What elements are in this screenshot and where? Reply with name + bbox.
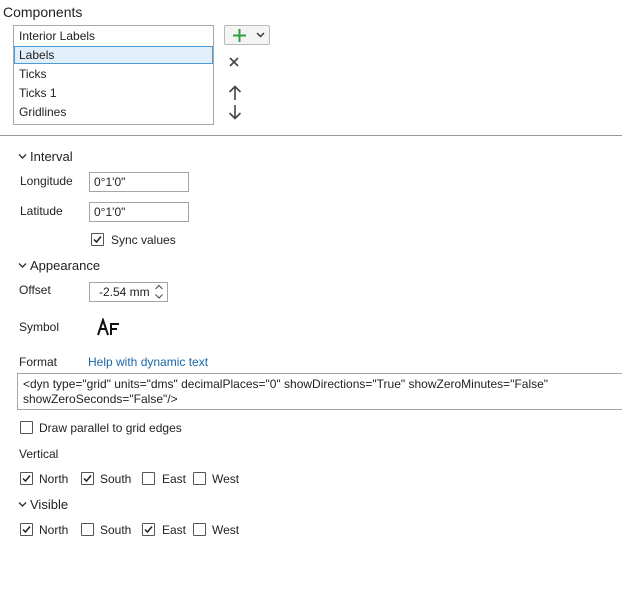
visible-west-label: West [212, 523, 240, 537]
offset-value: -2.54 mm [99, 285, 150, 299]
latitude-input[interactable]: 0°1'0" [89, 202, 189, 222]
interval-section-title[interactable]: Interval [30, 149, 73, 164]
visible-north-label: North [39, 523, 69, 537]
move-up-icon[interactable] [228, 85, 242, 101]
list-item-ticks[interactable]: Ticks [14, 65, 213, 83]
vertical-south-checkbox[interactable] [81, 472, 94, 485]
move-down-icon[interactable] [228, 104, 242, 121]
vertical-north-label: North [39, 472, 69, 486]
checkmark-icon [22, 475, 31, 483]
components-list[interactable]: Interior Labels Labels Ticks Ticks 1 Gri… [13, 25, 214, 125]
divider [0, 135, 622, 136]
offset-label: Offset [19, 283, 51, 297]
vertical-east-label: East [162, 472, 187, 486]
plus-icon [233, 29, 246, 42]
checkmark-icon [83, 475, 92, 483]
add-component-button[interactable] [224, 25, 270, 45]
visible-section-title[interactable]: Visible [30, 497, 68, 512]
visible-north-checkbox[interactable] [20, 523, 33, 536]
visible-south-label: South [100, 523, 132, 537]
chevron-down-icon[interactable] [18, 501, 27, 508]
spinner-arrows-icon[interactable] [154, 284, 164, 300]
checkmark-icon [93, 236, 102, 244]
format-text-input[interactable]: <dyn type="grid" units="dms" decimalPlac… [17, 373, 622, 410]
visible-south-checkbox[interactable] [81, 523, 94, 536]
visible-west-checkbox[interactable] [193, 523, 206, 536]
close-icon[interactable] [229, 57, 239, 67]
vertical-label: Vertical [19, 447, 59, 461]
longitude-input[interactable]: 0°1'0" [89, 172, 189, 192]
text-symbol-preview-icon[interactable] [97, 318, 123, 336]
checkmark-icon [22, 526, 31, 534]
longitude-label: Longitude [20, 174, 73, 188]
appearance-section-title[interactable]: Appearance [30, 258, 100, 273]
draw-parallel-label: Draw parallel to grid edges [39, 421, 182, 435]
sync-values-checkbox[interactable] [91, 233, 104, 246]
chevron-down-icon [256, 32, 265, 38]
list-item-gridlines[interactable]: Gridlines [14, 103, 213, 121]
visible-east-label: East [162, 523, 187, 537]
help-dynamic-text-link[interactable]: Help with dynamic text [88, 355, 208, 369]
vertical-south-label: South [100, 472, 132, 486]
chevron-down-icon[interactable] [18, 153, 27, 160]
list-item-labels[interactable]: Labels [14, 46, 213, 64]
chevron-down-icon[interactable] [18, 262, 27, 269]
draw-parallel-checkbox[interactable] [20, 421, 33, 434]
components-title: Components [3, 4, 83, 20]
visible-east-checkbox[interactable] [142, 523, 155, 536]
checkmark-icon [144, 526, 153, 534]
list-item-ticks-1[interactable]: Ticks 1 [14, 84, 213, 102]
list-item-interior-labels[interactable]: Interior Labels [14, 27, 213, 45]
vertical-west-label: West [212, 472, 240, 486]
symbol-label: Symbol [19, 320, 60, 334]
sync-values-label: Sync values [111, 233, 176, 247]
vertical-north-checkbox[interactable] [20, 472, 33, 485]
format-label: Format [19, 355, 58, 369]
latitude-label: Latitude [20, 204, 63, 218]
vertical-east-checkbox[interactable] [142, 472, 155, 485]
vertical-west-checkbox[interactable] [193, 472, 206, 485]
